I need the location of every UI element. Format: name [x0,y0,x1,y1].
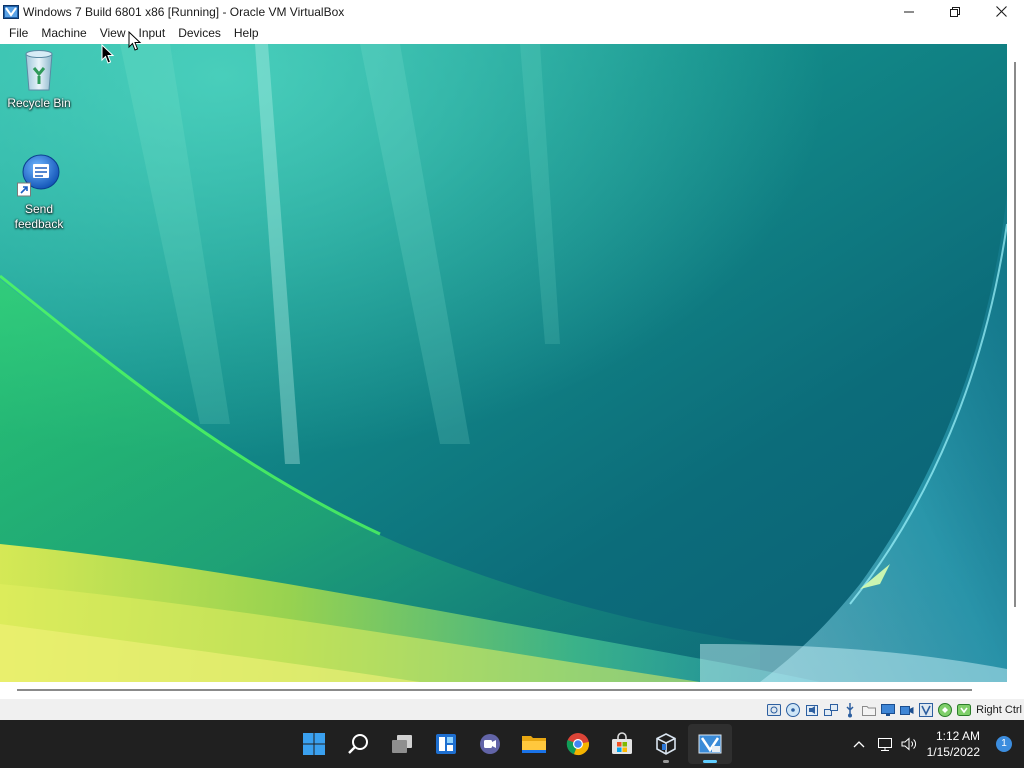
hard-disk-icon[interactable] [766,702,782,718]
desktop-wallpaper [0,44,1007,682]
volume-button[interactable] [897,720,921,768]
virtualbox-icon [656,733,676,755]
cpu-virtualization-icon[interactable] [918,702,934,718]
close-icon [995,6,1007,17]
network-icon [877,738,892,751]
active-indicator [703,760,717,763]
virtualbox-vm-button[interactable] [688,724,732,764]
chrome-button[interactable] [556,724,600,764]
audio-icon[interactable] [804,702,820,718]
clock-time: 1:12 AM [935,729,980,743]
store-icon [612,732,632,754]
folder-icon [522,736,546,753]
show-hidden-icons-button[interactable] [845,720,873,768]
chrome-icon [566,733,589,756]
recycle-bin-label: Recycle Bin [7,96,71,110]
system-tray: 1:12 AM 1/15/2022 1 [845,720,1024,768]
vm-display[interactable]: Recycle Bin Send feedback [0,44,1007,682]
send-feedback-label: Send feedback [14,202,64,231]
mouse-cursor-icon [128,31,142,51]
mouse-integration-icon[interactable] [937,702,953,718]
chat-button[interactable] [468,724,512,764]
restore-icon [950,6,960,17]
minimize-button[interactable] [886,0,932,23]
horizontal-scrollbar[interactable] [0,682,1007,699]
display-icon[interactable] [880,702,896,718]
menu-help[interactable]: Help [229,23,267,44]
recycle-bin-icon [17,46,61,94]
host-key-label[interactable]: Right Ctrl [976,704,1022,716]
task-view-button[interactable] [380,724,424,764]
video-capture-icon[interactable] [899,702,915,718]
virtualbox-vm-icon [698,734,722,754]
file-explorer-button[interactable] [512,724,556,764]
optical-drive-icon[interactable] [785,702,801,718]
network-icon[interactable] [823,702,839,718]
running-indicator [663,760,669,763]
widgets-button[interactable] [424,724,468,764]
menu-bar: File Machine View Input Devices Help [0,23,1024,44]
menu-file[interactable]: File [4,23,36,44]
start-button[interactable] [292,724,336,764]
task-view-icon [392,735,412,753]
shared-folders-icon[interactable] [861,702,877,718]
keyboard-icon[interactable] [956,702,972,718]
teams-chat-icon [480,734,500,754]
vertical-scroll-thumb[interactable] [1014,62,1016,607]
clock[interactable]: 1:12 AM 1/15/2022 [921,728,988,760]
vm-status-bar: Right Ctrl [0,699,1024,720]
mouse-cursor-icon [101,44,115,64]
desktop-icon-send-feedback[interactable]: Send feedback [1,152,77,232]
search-button[interactable] [336,724,380,764]
menu-devices[interactable]: Devices [173,23,229,44]
usb-icon[interactable] [842,702,858,718]
windows-logo-icon [303,733,325,755]
desktop-icon-recycle-bin[interactable]: Recycle Bin [1,46,77,111]
store-button[interactable] [600,724,644,764]
notification-badge[interactable]: 1 [996,736,1012,752]
vertical-scrollbar[interactable] [1007,44,1024,682]
chevron-up-icon [853,741,865,748]
minimize-icon [904,11,914,12]
speaker-icon [901,737,916,751]
title-bar[interactable]: Windows 7 Build 6801 x86 [Running] - Ora… [0,0,1024,23]
virtualbox-window: Windows 7 Build 6801 x86 [Running] - Ora… [0,0,1024,720]
window-title: Windows 7 Build 6801 x86 [Running] - Ora… [23,4,345,19]
virtualbox-vm-icon [3,4,19,20]
close-button[interactable] [978,0,1024,23]
menu-machine[interactable]: Machine [36,23,94,44]
network-status-button[interactable] [873,720,897,768]
horizontal-scroll-thumb[interactable] [17,689,972,691]
virtualbox-manager-button[interactable] [644,724,688,764]
search-icon [348,734,368,754]
taskbar: 1:12 AM 1/15/2022 1 [0,720,1024,768]
clock-date: 1/15/2022 [926,745,980,759]
maximize-button[interactable] [932,0,978,23]
widgets-icon [436,734,456,754]
send-feedback-icon [17,152,61,200]
